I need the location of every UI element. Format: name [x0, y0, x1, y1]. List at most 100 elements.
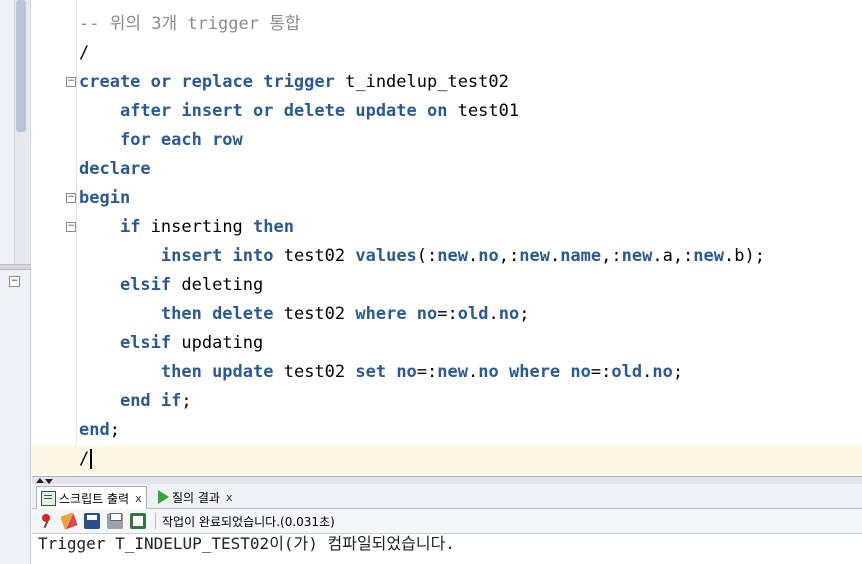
code-line[interactable]: end; [32, 416, 862, 445]
pin-icon[interactable] [38, 513, 54, 529]
close-icon[interactable]: x [135, 492, 142, 505]
sql-text: .b); [724, 246, 765, 266]
tab-script-output[interactable]: 스크립트 출력 x [36, 486, 147, 509]
fold-toggle-icon[interactable]: − [66, 193, 76, 203]
sql-keyword: no [478, 362, 499, 382]
code-area[interactable]: -- 위의 3개 trigger 통합 / − create or replace t… [32, 10, 862, 474]
save-icon[interactable] [84, 513, 100, 529]
sql-keyword: then delete [160, 304, 274, 324]
sql-text: ; [672, 362, 684, 382]
sql-text: deleting [171, 275, 264, 295]
sql-keyword: new [621, 246, 653, 266]
sql-text: inserting [140, 217, 254, 237]
code-line[interactable]: after insert or delete update on test01 [32, 97, 862, 126]
sql-keyword: then update [160, 362, 274, 382]
output-panel: 스크립트 출력 x 질의 결과 x 작업이 완료되었습니다.(0.031초) T… [32, 484, 862, 564]
text-caret [90, 449, 93, 469]
tab-script-output-label: 스크립트 출력 [59, 491, 130, 506]
code-line[interactable]: for each row [32, 126, 862, 155]
sql-text: ; [519, 304, 530, 324]
sql-comment: -- 위의 3개 trigger 통합 [79, 14, 301, 34]
code-line[interactable]: − if inserting then [32, 213, 862, 242]
sql-keyword: elsif [119, 333, 172, 353]
navigator-scroll-thumb[interactable] [16, 0, 26, 132]
output-tabs: 스크립트 출력 x 질의 결과 x [32, 484, 862, 509]
code-line[interactable]: declare [32, 155, 862, 184]
sql-text: t_indelup_test02 [334, 72, 509, 92]
code-line[interactable]: insert into test02 values(:new.no,:new.n… [32, 242, 862, 271]
sql-text: . [468, 246, 479, 266]
sql-keyword: end if [119, 391, 182, 411]
sql-keyword: elsif [119, 275, 172, 295]
code-line[interactable]: elsif updating [32, 329, 862, 358]
code-text: insert into test02 values(:new.no,:new.n… [79, 242, 765, 271]
sql-text: . [488, 304, 499, 324]
code-line[interactable]: end if; [32, 387, 862, 416]
collapse-icon[interactable]: − [9, 276, 20, 287]
code-text: create or replace trigger t_indelup_test… [79, 68, 509, 97]
code-line[interactable]: elsif deleting [32, 271, 862, 300]
sql-text: test01 [447, 101, 520, 121]
export-icon[interactable] [130, 513, 146, 529]
tab-query-result-label: 질의 결과 [172, 490, 220, 505]
navigator-splitter[interactable] [0, 264, 30, 270]
code-line[interactable]: / [32, 445, 862, 474]
fold-toggle-icon[interactable]: − [66, 222, 76, 232]
code-text: if inserting then [79, 213, 294, 242]
sql-keyword: old [611, 362, 643, 382]
sql-text: ,: [601, 246, 622, 266]
code-text: for each row [79, 126, 243, 155]
toolbar-divider [155, 513, 156, 529]
sql-keyword: new [693, 246, 725, 266]
maximize-editor-icon[interactable] [36, 478, 44, 483]
sql-keyword: where no [508, 362, 591, 382]
sql-text: . [642, 362, 653, 382]
code-line[interactable]: -- 위의 3개 trigger 통합 [32, 10, 862, 39]
fold-toggle-icon[interactable]: − [66, 77, 76, 87]
sql-text: test02 [273, 304, 356, 324]
code-line[interactable]: then update test02 set no=:new.no where … [32, 358, 862, 387]
sql-keyword: values [355, 246, 417, 266]
sql-text: =: [437, 304, 458, 324]
code-line[interactable]: / [32, 39, 862, 68]
navigator-strip: − [0, 0, 31, 564]
sql-text: / [79, 449, 90, 469]
sql-keyword: new [519, 246, 550, 266]
sql-text: / [79, 43, 90, 63]
code-line[interactable]: then delete test02 where no=:old.no; [32, 300, 862, 329]
sql-keyword: new [437, 246, 468, 266]
sql-text: . [468, 362, 479, 382]
code-line[interactable]: − create or replace trigger t_indelup_tes… [32, 68, 862, 97]
sql-keyword: no [652, 362, 673, 382]
code-text: -- 위의 3개 trigger 통합 [79, 10, 301, 39]
sql-keyword: name [560, 246, 602, 266]
print-icon[interactable] [107, 513, 123, 529]
sql-text: test02 [273, 362, 356, 382]
sql-text: updating [171, 333, 264, 353]
sql-text: =: [590, 362, 612, 382]
output-message: Trigger T_INDELUP_TEST02이(가) 컴파일되었습니다. [38, 534, 455, 553]
sql-keyword: new [437, 362, 468, 382]
sql-text: .a,: [652, 246, 694, 266]
sql-keyword: then [253, 217, 294, 237]
sql-keyword: where no [355, 304, 438, 324]
close-icon[interactable]: x [226, 491, 233, 504]
tab-query-result[interactable]: 질의 결과 x [154, 486, 237, 508]
sql-text: ,: [498, 246, 520, 266]
sql-keyword: set no [355, 362, 417, 382]
sql-keyword: begin [79, 188, 131, 208]
sql-text: ; [109, 420, 120, 440]
sql-keyword: create or replace trigger [79, 72, 335, 92]
sql-keyword: no [478, 246, 499, 266]
code-line[interactable]: − begin [32, 184, 862, 213]
sql-editor[interactable]: -- 위의 3개 trigger 통합 / − create or replace t… [32, 0, 862, 476]
clear-output-icon[interactable] [60, 512, 78, 530]
